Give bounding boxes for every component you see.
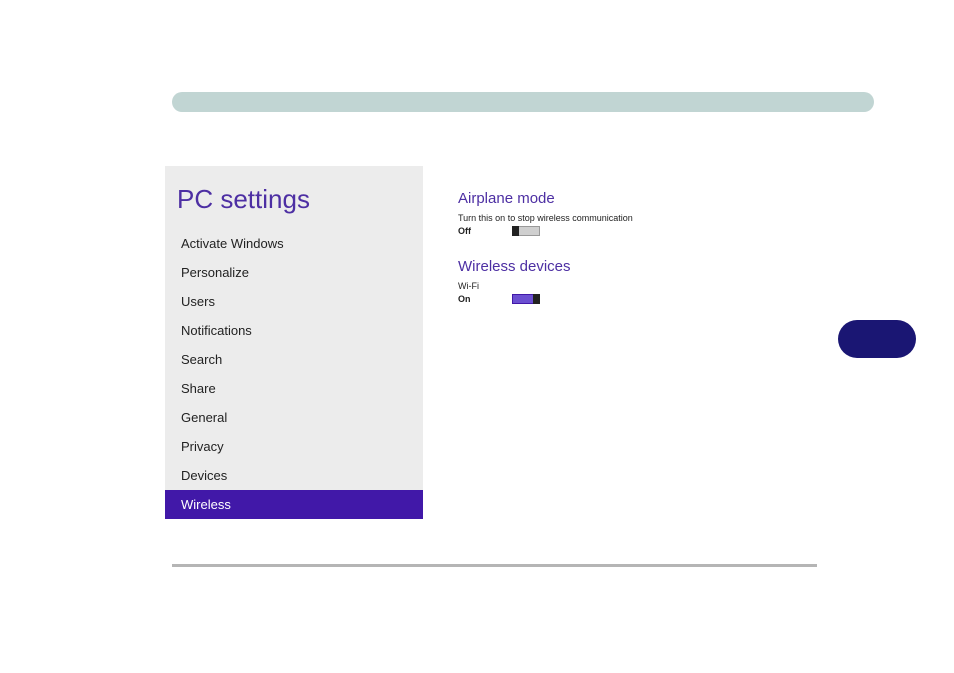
sidebar-item-notifications[interactable]: Notifications <box>165 316 423 345</box>
settings-sidebar: PC settings Activate Windows Personalize… <box>165 166 423 502</box>
sidebar-item-privacy[interactable]: Privacy <box>165 432 423 461</box>
sidebar-item-search[interactable]: Search <box>165 345 423 374</box>
page-title: PC settings <box>165 166 423 229</box>
airplane-mode-desc: Turn this on to stop wireless communicat… <box>458 213 758 223</box>
sidebar-item-share[interactable]: Share <box>165 374 423 403</box>
content-area: Airplane mode Turn this on to stop wirel… <box>458 190 758 326</box>
sidebar-item-personalize[interactable]: Personalize <box>165 258 423 287</box>
wifi-state-label: On <box>458 294 512 304</box>
wifi-toggle[interactable] <box>512 294 540 304</box>
sidebar-item-general[interactable]: General <box>165 403 423 432</box>
sidebar-item-users[interactable]: Users <box>165 287 423 316</box>
sidebar-item-devices[interactable]: Devices <box>165 461 423 490</box>
top-bar <box>172 92 874 112</box>
toggle-knob <box>533 294 540 304</box>
wifi-device-label: Wi-Fi <box>458 281 758 291</box>
wifi-toggle-row: On <box>458 294 758 304</box>
sidebar-item-wireless[interactable]: Wireless <box>165 490 423 519</box>
toggle-knob <box>512 226 519 236</box>
wireless-devices-title: Wireless devices <box>458 258 758 275</box>
side-button[interactable] <box>838 320 916 358</box>
bottom-divider <box>172 564 817 567</box>
airplane-mode-state-label: Off <box>458 226 512 236</box>
sidebar-item-activate-windows[interactable]: Activate Windows <box>165 229 423 258</box>
airplane-mode-title: Airplane mode <box>458 190 758 207</box>
airplane-mode-toggle[interactable] <box>512 226 540 236</box>
airplane-mode-toggle-row: Off <box>458 226 758 236</box>
